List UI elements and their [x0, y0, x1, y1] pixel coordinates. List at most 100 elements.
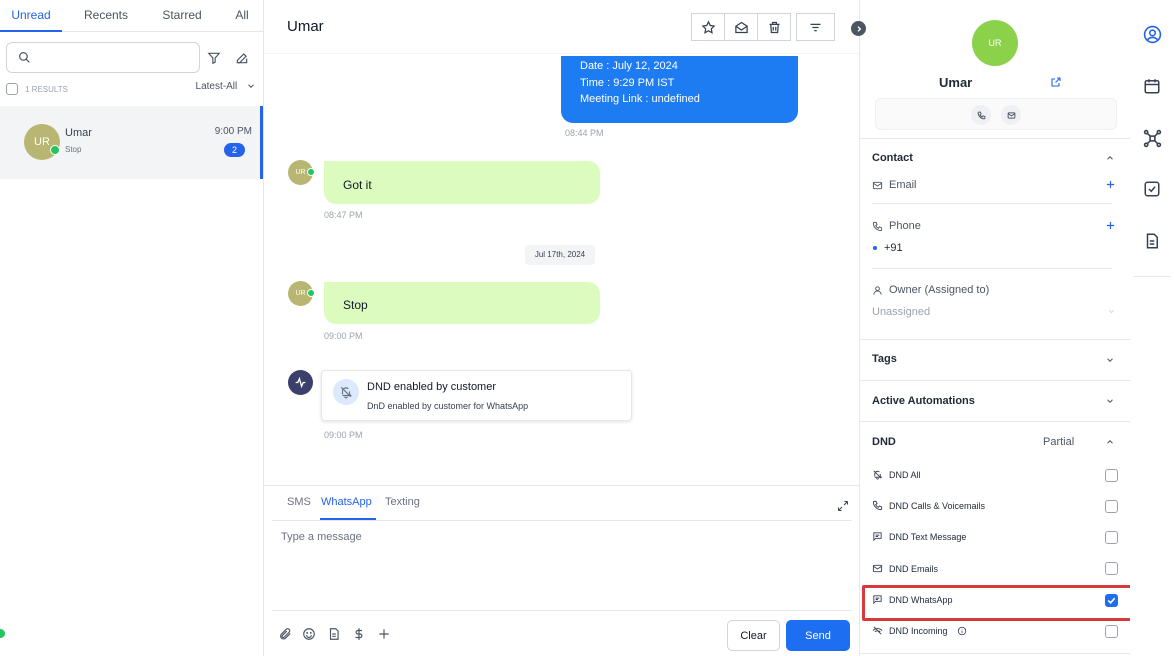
chevron-down-icon[interactable] [1105, 355, 1115, 365]
divider [860, 653, 1131, 654]
tab-recents[interactable]: Recents [78, 0, 134, 32]
dnd-all-checkbox[interactable] [1105, 469, 1118, 482]
tab-texting[interactable]: Texting [385, 496, 420, 508]
activity-icon [288, 370, 313, 395]
dnd-calls-checkbox[interactable] [1105, 500, 1118, 513]
tab-all[interactable]: All [224, 0, 260, 32]
dnd-text-checkbox[interactable] [1105, 531, 1118, 544]
compose-icon[interactable] [235, 51, 249, 65]
message-time: 08:44 PM [565, 128, 604, 138]
emoji-icon[interactable] [302, 627, 316, 641]
incoming-off-icon [872, 625, 883, 636]
phone-icon[interactable] [971, 105, 991, 125]
tab-whatsapp[interactable]: WhatsApp [321, 496, 372, 508]
task-icon[interactable] [1143, 180, 1161, 198]
message-time: 09:00 PM [324, 430, 363, 440]
add-email-icon[interactable] [1105, 179, 1116, 190]
info-icon[interactable] [957, 626, 967, 636]
contact-avatar: UR [972, 20, 1018, 66]
phone-value[interactable]: +91 [884, 242, 903, 254]
sort-dropdown[interactable]: Latest-All [196, 81, 256, 92]
chevron-down-icon [248, 84, 254, 89]
chevron-right-icon [857, 25, 861, 32]
chevron-down-icon[interactable] [1105, 396, 1115, 406]
bell-off-icon [333, 379, 359, 405]
expand-icon[interactable] [837, 500, 849, 512]
clear-button[interactable]: Clear [727, 620, 780, 651]
message-icon [872, 531, 883, 542]
section-contact-title: Contact [872, 152, 913, 164]
unread-count-badge: 2 [224, 143, 245, 157]
dollar-icon[interactable] [352, 627, 366, 641]
message-time: 09:00 PM [324, 331, 363, 341]
external-link-icon[interactable] [1050, 76, 1062, 88]
mail-open-icon [734, 21, 748, 33]
divider [872, 203, 1112, 204]
thread-title: Umar [287, 18, 324, 35]
paperclip-icon[interactable] [278, 627, 292, 641]
whatsapp-icon [50, 145, 60, 155]
divider [860, 421, 1131, 422]
dnd-event-subtitle: DnD enabled by customer for WhatsApp [367, 401, 529, 411]
dnd-all-label: DND All [889, 470, 921, 480]
delete-button[interactable] [757, 13, 791, 41]
network-icon[interactable] [1143, 129, 1162, 148]
bell-off-icon [872, 469, 883, 480]
dnd-status: Partial [1043, 436, 1075, 448]
star-icon [701, 19, 715, 34]
tab-unread[interactable]: Unread [0, 0, 62, 32]
dnd-emails-checkbox[interactable] [1105, 562, 1118, 575]
thread-filter-button[interactable] [796, 13, 835, 41]
section-tags-title[interactable]: Tags [872, 353, 897, 365]
filter-icon[interactable] [207, 51, 221, 65]
divider [860, 339, 1131, 340]
chevron-up-icon[interactable] [1105, 437, 1115, 447]
dnd-incoming-checkbox[interactable] [1105, 625, 1118, 638]
plus-icon[interactable] [377, 627, 391, 641]
dnd-incoming-label: DND Incoming [889, 626, 948, 636]
owner-label: Owner (Assigned to) [889, 284, 990, 296]
chevron-down-icon[interactable] [1107, 307, 1116, 316]
select-all-checkbox[interactable] [6, 83, 18, 95]
section-dnd-title: DND [872, 436, 896, 448]
message-thread: Umar Date : July 12, 2024 Time : 9:29 PM… [264, 0, 859, 656]
contact-icon[interactable] [1143, 25, 1162, 44]
conversation-time: 9:00 PM [214, 126, 252, 137]
message-text: Got it [343, 178, 372, 192]
user-icon [872, 285, 883, 296]
collapse-panel-button[interactable] [851, 21, 866, 36]
conversation-tabs: Unread Recents Starred All [0, 0, 264, 32]
tab-sms[interactable]: SMS [287, 496, 311, 508]
conversation-name: Umar [65, 127, 92, 139]
tab-starred[interactable]: Starred [154, 0, 210, 32]
conversation-preview: Stop [65, 145, 82, 154]
phone-icon [872, 500, 883, 511]
notes-icon[interactable] [1143, 232, 1161, 250]
conversation-item[interactable]: UR Umar Stop 9:00 PM 2 [0, 106, 263, 179]
message-text: Stop [343, 298, 368, 312]
contact-name: Umar [939, 75, 973, 90]
owner-select[interactable]: Unassigned [872, 306, 930, 318]
results-row: 1 RESULTS Latest-All [6, 81, 258, 96]
incoming-message: Stop [324, 282, 600, 324]
filter-icon [810, 23, 821, 31]
message-input[interactable] [272, 521, 852, 611]
dnd-event-title: DND enabled by customer [367, 381, 497, 393]
whatsapp-icon [307, 168, 315, 176]
calendar-icon[interactable] [1143, 77, 1161, 95]
mail-icon[interactable] [1001, 105, 1021, 125]
add-phone-icon[interactable] [1105, 220, 1116, 231]
divider [860, 380, 1131, 381]
chevron-up-icon[interactable] [1105, 153, 1115, 163]
search-input[interactable] [37, 47, 195, 69]
incoming-message: Got it [324, 161, 600, 204]
mark-read-button[interactable] [724, 13, 758, 41]
dnd-event-card: DND enabled by customer DnD enabled by c… [321, 370, 632, 421]
search-box [6, 42, 200, 73]
send-button[interactable]: Send [786, 620, 850, 651]
document-icon[interactable] [327, 627, 341, 641]
section-automations-title[interactable]: Active Automations [872, 395, 975, 407]
outgoing-message: Date : July 12, 2024 Time : 9:29 PM IST … [561, 56, 798, 123]
star-button[interactable] [691, 13, 725, 41]
phone-icon [872, 221, 883, 232]
